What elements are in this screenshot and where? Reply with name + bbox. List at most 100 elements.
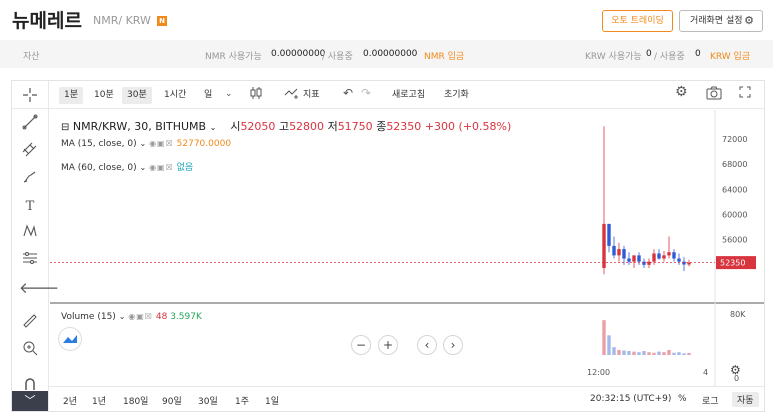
ma15-value: 52770.0000 [176, 139, 232, 149]
zoom-in-icon[interactable] [19, 340, 41, 362]
nmr-in-use-value: 0.00000000 [363, 49, 418, 59]
chevron-down-icon[interactable]: ⌄ [139, 163, 146, 172]
prediction-tool-icon[interactable] [19, 250, 41, 272]
log-toggle[interactable]: 로그 [702, 394, 719, 407]
screen-settings-button[interactable]: 거래화면 설정 ⚙ [679, 10, 763, 32]
tradingview-logo-icon[interactable] [58, 327, 82, 351]
interval-1h[interactable]: 1시간 [164, 87, 186, 104]
candle-body [677, 258, 681, 262]
time-tick-4: 4 [703, 368, 709, 377]
price-chart[interactable]: 720006800064000600005600052000 52350 80K… [50, 110, 764, 386]
volume-bar [637, 352, 641, 355]
range-1w[interactable]: 1주 [235, 394, 249, 407]
volume-bar [667, 349, 671, 355]
scroll-left-button[interactable]: ‹ [417, 335, 437, 355]
drawing-toolbar: T 🡐 ﹀ [12, 81, 59, 411]
undo-icon[interactable]: ↶ [343, 86, 353, 100]
volume-bar [622, 350, 626, 355]
pattern-tool-icon[interactable] [19, 223, 41, 245]
candle-type-icon[interactable] [250, 86, 262, 103]
plus-icon: + [382, 338, 394, 352]
interval-1min[interactable]: 1분 [59, 87, 84, 104]
volume-label: Volume (15) [61, 312, 116, 322]
indicator-icon[interactable] [284, 86, 300, 103]
range-180d[interactable]: 180일 [123, 394, 148, 407]
new-badge: N [157, 16, 167, 26]
ma60-controls-icon[interactable]: ◉▣☒ [149, 163, 174, 172]
chevron-down-icon[interactable]: ⌄ [210, 123, 217, 132]
axis-settings-icon[interactable]: ⚙ [730, 363, 741, 377]
asset-bar: 자산 NMR 사용가능 0.00000000 / 사용중 0.00000000 … [0, 40, 773, 68]
arrow-left-icon[interactable]: 🡐 [19, 277, 59, 299]
camera-icon[interactable] [706, 86, 722, 103]
high-value: 52800 [289, 120, 325, 133]
zoom-out-button[interactable]: − [351, 335, 371, 355]
candle-body [672, 252, 676, 259]
change-value: +300 (+0.58%) [424, 120, 512, 133]
candle-body [627, 258, 631, 262]
volume-value-1: 48 [155, 312, 168, 322]
volume-value-2: 3.597K [170, 312, 202, 322]
volume-bar [662, 352, 666, 355]
chevron-left-icon: ‹ [424, 338, 430, 352]
gear-icon: ⚙ [744, 14, 754, 27]
redo-icon[interactable]: ↷ [361, 86, 371, 100]
range-1y[interactable]: 1년 [92, 394, 106, 407]
interval-10min[interactable]: 10분 [94, 87, 114, 104]
scroll-right-button[interactable]: › [443, 335, 463, 355]
auto-toggle[interactable]: 자동 [732, 392, 759, 407]
candle-body [637, 255, 641, 262]
krw-in-use-label: / 사용중 [654, 52, 685, 62]
high-label: 고 [278, 120, 290, 133]
range-1d[interactable]: 1일 [265, 394, 279, 407]
candles-group [602, 126, 691, 275]
candle-body [602, 223, 606, 268]
chevron-down-icon[interactable]: ⌄ [139, 139, 146, 148]
legend-symbol: NMR/KRW, 30, BITHUMB [72, 120, 207, 133]
coin-name: 뉴메레르 [12, 10, 82, 32]
open-label: 시 [230, 120, 241, 133]
fullscreen-icon[interactable] [739, 86, 751, 101]
indicators-button[interactable]: 지표 [303, 87, 320, 104]
reset-button[interactable]: 초기화 [444, 87, 469, 104]
candle-body [612, 245, 616, 256]
settings-icon[interactable]: ⚙ [675, 84, 688, 100]
ma15-label: MA (15, close, 0) [61, 139, 137, 149]
range-90d[interactable]: 90일 [162, 394, 182, 407]
text-tool-icon[interactable]: T [19, 196, 41, 218]
chart-widget: T 🡐 ﹀ 1분 10분 30분 1시간 일 ⌄ 지표 ↶ ↷ 새로고침 초기화… [11, 80, 765, 412]
ruler-tool-icon[interactable] [19, 313, 41, 335]
ma15-controls-icon[interactable]: ◉▣☒ [149, 139, 174, 148]
percent-toggle[interactable]: % [678, 394, 687, 404]
trend-line-tool-icon[interactable] [19, 114, 41, 136]
range-30d[interactable]: 30일 [198, 394, 218, 407]
coin-header: 뉴메레르 NMR/ KRW N 오토 트레이딩 거래화면 설정 ⚙ [0, 0, 773, 40]
clock: 20:32:15 (UTC+9) [590, 394, 672, 404]
nmr-deposit-link[interactable]: NMR 입금 [424, 49, 464, 62]
legend-ma15-row: MA (15, close, 0) ⌄ ◉▣☒ 52770.0000 [61, 139, 231, 149]
range-2y[interactable]: 2년 [63, 394, 77, 407]
chevron-down-icon[interactable]: ⌄ [119, 312, 126, 321]
candle-body [682, 261, 686, 265]
nmr-in-use-label: / 사용중 [322, 52, 353, 62]
volume-bars-group [602, 320, 691, 355]
fib-tool-icon[interactable] [19, 142, 41, 164]
volume-bar [632, 351, 636, 355]
volume-bar [617, 349, 621, 355]
brush-tool-icon[interactable] [19, 169, 41, 191]
krw-deposit-link[interactable]: KRW 입금 [710, 49, 750, 62]
ma60-value: 없음 [176, 163, 194, 173]
auto-trading-button[interactable]: 오토 트레이딩 [602, 10, 673, 32]
ma60-label: MA (60, close, 0) [61, 163, 137, 173]
zoom-in-button[interactable]: + [378, 335, 398, 355]
volume-tick-80k: 80K [730, 310, 746, 319]
candle-body [622, 249, 626, 259]
volume-controls-icon[interactable]: ◉▣☒ [128, 312, 153, 321]
refresh-button[interactable]: 새로고침 [392, 87, 425, 104]
chevron-down-icon[interactable]: ⌄ [225, 89, 233, 99]
interval-30min[interactable]: 30분 [122, 87, 152, 104]
interval-day[interactable]: 일 [204, 87, 212, 104]
volume-bar [677, 352, 681, 355]
collapse-icon[interactable]: ⊟ [61, 122, 69, 133]
collapse-toolbar-button[interactable]: ﹀ [12, 391, 48, 411]
